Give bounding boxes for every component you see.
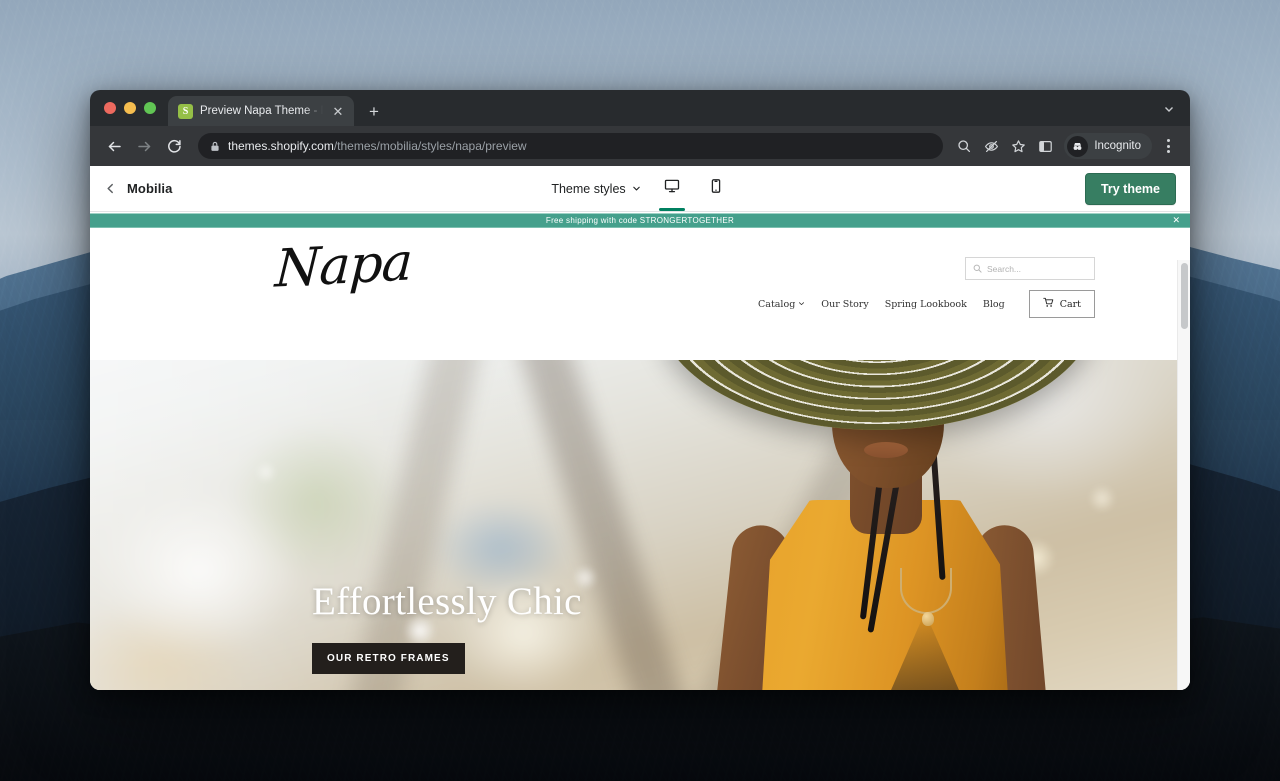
- hero-banner: Effortlessly Chic OUR RETRO FRAMES: [90, 360, 1190, 690]
- chevron-down-icon: [798, 299, 805, 310]
- chevron-down-icon: [632, 182, 641, 196]
- cart-button[interactable]: Cart: [1028, 290, 1095, 318]
- toolbar-icons: [951, 133, 1058, 159]
- preview-bar-center: Theme styles: [90, 166, 1190, 212]
- url-path: /themes/mobilia/styles/napa/preview: [333, 139, 527, 153]
- nav-item-catalog[interactable]: Catalog: [758, 299, 805, 310]
- nav-label: Spring Lookbook: [884, 298, 967, 310]
- nav-item-blog[interactable]: Blog: [983, 299, 1005, 310]
- nav-label: Our Story: [821, 298, 869, 310]
- mobile-view-button[interactable]: [701, 167, 731, 211]
- close-window-button[interactable]: [104, 102, 116, 114]
- close-icon[interactable]: ✕: [1172, 216, 1180, 225]
- search-icon: [973, 264, 982, 273]
- cart-label: Cart: [1059, 298, 1081, 310]
- search-input[interactable]: Search...: [965, 257, 1095, 280]
- url-domain: themes.shopify.com: [228, 139, 334, 153]
- store-logo[interactable]: Napa: [274, 232, 414, 299]
- page-scrollbar[interactable]: [1177, 260, 1190, 690]
- address-bar[interactable]: themes.shopify.com/themes/mobilia/styles…: [198, 133, 944, 159]
- nav-item-our-story[interactable]: Our Story: [821, 299, 868, 310]
- shop-name: Mobilia: [127, 181, 173, 196]
- store-navigation: Catalog Our Story Spring Lookbook Blog C…: [758, 290, 1095, 318]
- lock-icon: [210, 141, 220, 152]
- window-traffic-lights: [102, 90, 164, 126]
- announcement-bar: Free shipping with code STRONGERTOGETHER…: [90, 213, 1190, 228]
- desktop-view-button[interactable]: [657, 167, 687, 211]
- nav-item-spring-lookbook[interactable]: Spring Lookbook: [885, 299, 967, 310]
- store-header: Napa Search... Catalog Our Story Spring …: [90, 228, 1190, 318]
- back-arrow-icon[interactable]: [100, 132, 128, 160]
- store-preview-frame: Free shipping with code STRONGERTOGETHER…: [90, 213, 1190, 690]
- maximize-window-button[interactable]: [144, 102, 156, 114]
- search-placeholder: Search...: [987, 263, 1022, 274]
- nav-label: Blog: [982, 298, 1005, 310]
- shopping-cart-icon: [1042, 297, 1054, 311]
- theme-styles-label: Theme styles: [551, 181, 626, 196]
- side-panel-icon[interactable]: [1032, 133, 1058, 159]
- browser-tab[interactable]: Preview Napa Theme - Mobilia ✕: [168, 96, 354, 126]
- profile-incognito-button[interactable]: Incognito: [1064, 133, 1152, 159]
- new-tab-button[interactable]: +: [360, 97, 388, 125]
- announcement-text: Free shipping with code STRONGERTOGETHER: [545, 216, 735, 225]
- mobile-phone-icon: [708, 178, 724, 199]
- desktop-monitor-icon: [664, 178, 680, 199]
- theme-styles-dropdown[interactable]: Theme styles: [549, 178, 642, 200]
- minimize-window-button[interactable]: [124, 102, 136, 114]
- hero-cta-button[interactable]: OUR RETRO FRAMES: [312, 642, 465, 674]
- close-icon[interactable]: ✕: [330, 103, 346, 119]
- preview-bar-left: Mobilia: [104, 181, 172, 196]
- bookmark-star-icon[interactable]: [1005, 133, 1031, 159]
- shopify-icon: [178, 103, 193, 119]
- profile-label: Incognito: [1094, 140, 1141, 152]
- tab-strip: Preview Napa Theme - Mobilia ✕ +: [90, 90, 1190, 126]
- search-icon[interactable]: [951, 133, 977, 159]
- browser-toolbar: themes.shopify.com/themes/mobilia/styles…: [90, 126, 1190, 166]
- try-theme-button[interactable]: Try theme: [1084, 172, 1176, 205]
- eye-off-icon[interactable]: [978, 133, 1004, 159]
- hero-overlay: [90, 360, 1190, 690]
- nav-label: Catalog: [758, 298, 796, 310]
- tab-title: Preview Napa Theme - Mobilia: [200, 105, 323, 117]
- browser-window: Preview Napa Theme - Mobilia ✕ +: [90, 90, 1190, 690]
- hero-title: Effortlessly Chic: [312, 580, 582, 623]
- chevron-left-icon[interactable]: [104, 182, 117, 195]
- chevron-down-icon[interactable]: [1158, 98, 1180, 120]
- scrollbar-thumb[interactable]: [1181, 263, 1188, 329]
- reload-icon[interactable]: [160, 132, 188, 160]
- address-bar-text: themes.shopify.com/themes/mobilia/styles…: [228, 139, 527, 153]
- kebab-menu-icon[interactable]: [1156, 133, 1180, 159]
- hero-content: Effortlessly Chic OUR RETRO FRAMES: [312, 580, 582, 674]
- theme-preview-bar: Mobilia Theme styles Try theme: [90, 166, 1190, 212]
- forward-arrow-icon[interactable]: [130, 132, 158, 160]
- page-viewport: Mobilia Theme styles Try theme Free ship…: [90, 166, 1190, 690]
- incognito-icon: [1067, 135, 1089, 157]
